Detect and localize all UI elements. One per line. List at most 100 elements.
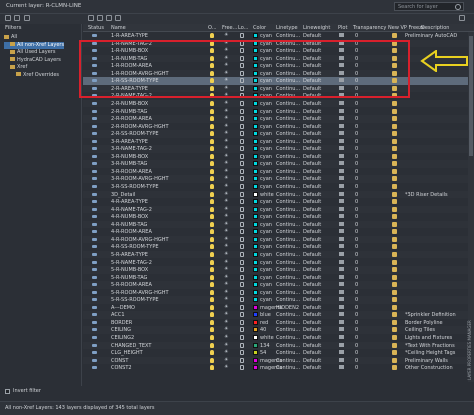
color-name[interactable]: cyan — [260, 161, 272, 167]
vp-freeze-icon[interactable] — [392, 184, 397, 189]
layer-row[interactable]: CHANGED_TEXT ☀ 134 Continu... Default 0 *Text … — [83, 341, 474, 350]
lock-icon[interactable] — [240, 319, 244, 325]
linetype[interactable]: Continu... — [276, 146, 300, 152]
layer-row[interactable]: 2-R-ROOM-AVRG-HGHT ☀ cyan Continu... Default… — [83, 123, 474, 131]
on-off-bulb-icon[interactable] — [210, 146, 214, 152]
lock-icon[interactable] — [240, 365, 244, 371]
color-name[interactable]: cyan — [260, 267, 272, 273]
freeze-sun-icon[interactable]: ☀ — [224, 229, 229, 234]
layer-name[interactable]: 5-R-SS-ROOM-TYPE — [111, 297, 159, 303]
vp-freeze-icon[interactable] — [392, 199, 397, 205]
on-off-bulb-icon[interactable] — [210, 214, 214, 220]
lineweight[interactable]: Default — [303, 365, 321, 371]
layer-row[interactable]: 2-R-NUMB-TAG ☀ cyan Continu... Default 0 — [83, 108, 474, 116]
on-off-bulb-icon[interactable] — [210, 153, 214, 159]
plot-printer-icon[interactable] — [339, 108, 344, 113]
column-header[interactable]: New VP Freeze — [388, 25, 425, 31]
layer-row[interactable]: 4-R-NUMB-TAG ☀ cyan Continu... Default 0 — [83, 220, 474, 229]
layer-row[interactable]: 3-R-NUMB-TAG ☀ cyan Continu... Default 0 — [83, 160, 474, 168]
lock-icon[interactable] — [240, 335, 244, 340]
color-swatch[interactable] — [253, 335, 258, 340]
on-off-bulb-icon[interactable] — [210, 267, 214, 273]
color-swatch[interactable] — [253, 327, 258, 333]
lineweight[interactable]: Default — [303, 335, 321, 341]
linetype[interactable]: Continu... — [276, 244, 300, 250]
linetype[interactable]: Continu... — [276, 176, 300, 182]
color-name[interactable]: cyan — [260, 184, 272, 190]
plot-printer-icon[interactable] — [339, 33, 344, 37]
linetype[interactable]: Continu... — [276, 116, 300, 122]
layer-description[interactable]: Preliminary AutoCAD — [405, 33, 457, 39]
new-filter-icon[interactable] — [5, 15, 11, 21]
plot-printer-icon[interactable] — [339, 289, 344, 294]
layer-name[interactable]: 5-R-ROOM-AREA — [111, 282, 152, 288]
color-swatch[interactable] — [253, 153, 258, 159]
linetype[interactable]: Continu... — [276, 335, 300, 341]
on-off-bulb-icon[interactable] — [210, 33, 214, 38]
lineweight[interactable]: Default — [303, 327, 321, 333]
on-off-bulb-icon[interactable] — [210, 199, 214, 205]
layer-row[interactable]: A---DEMO ☀ magenta HIDDEN2 Default 0 — [83, 304, 474, 312]
layer-row[interactable]: 2-R-ROOM-AREA ☀ cyan Continu... Default 0 — [83, 115, 474, 123]
color-swatch[interactable] — [253, 214, 258, 220]
linetype[interactable]: Continu... — [276, 320, 300, 326]
layer-description[interactable]: Ceiling Tiles — [405, 327, 435, 333]
lineweight[interactable]: Default — [303, 260, 321, 266]
linetype[interactable]: Continu... — [276, 290, 300, 296]
layer-row[interactable]: 3-R-ROOM-AREA ☀ cyan Continu... Default 0 — [83, 168, 474, 176]
plot-printer-icon[interactable] — [339, 342, 344, 347]
plot-printer-icon[interactable] — [339, 221, 344, 226]
color-swatch[interactable] — [253, 184, 258, 189]
transparency[interactable]: 0 — [355, 282, 358, 288]
color-swatch[interactable] — [253, 108, 258, 114]
lineweight[interactable]: Default — [303, 214, 321, 220]
layer-name[interactable]: 2-R-NUMB-BOX — [111, 101, 148, 107]
color-swatch[interactable] — [253, 312, 258, 318]
plot-printer-icon[interactable] — [339, 304, 344, 309]
color-name[interactable]: cyan — [260, 146, 272, 152]
layer-row[interactable]: CONST2 ☀ magenta Continu... Default 0 Other Co… — [83, 364, 474, 372]
plot-printer-icon[interactable] — [339, 282, 344, 287]
color-swatch[interactable] — [253, 123, 258, 129]
plot-printer-icon[interactable] — [339, 206, 344, 211]
transparency[interactable]: 0 — [355, 327, 358, 333]
transparency[interactable]: 0 — [355, 124, 358, 130]
lock-icon[interactable] — [240, 244, 244, 250]
layer-name[interactable]: 4-R-AREA-TYPE — [111, 199, 148, 205]
color-name[interactable]: cyan — [260, 169, 272, 175]
lock-icon[interactable] — [240, 108, 244, 114]
on-off-bulb-icon[interactable] — [210, 312, 214, 318]
lock-icon[interactable] — [240, 168, 244, 174]
color-name[interactable]: cyan — [260, 101, 272, 107]
on-off-bulb-icon[interactable] — [210, 138, 214, 144]
vp-freeze-icon[interactable] — [392, 108, 397, 114]
filter-node[interactable]: All — [4, 34, 64, 42]
on-off-bulb-icon[interactable] — [210, 297, 214, 303]
lock-icon[interactable] — [240, 131, 244, 137]
lineweight[interactable]: Default — [303, 229, 321, 235]
color-name[interactable]: cyan — [260, 260, 272, 266]
set-current-icon[interactable] — [115, 15, 121, 21]
on-off-bulb-icon[interactable] — [210, 244, 214, 250]
lock-icon[interactable] — [240, 274, 244, 280]
lineweight[interactable]: Default — [303, 176, 321, 182]
plot-printer-icon[interactable] — [339, 259, 344, 264]
freeze-sun-icon[interactable]: ☀ — [224, 221, 229, 227]
invert-filter-checkbox[interactable] — [5, 389, 10, 394]
layer-row[interactable]: 4-R-NUMB-BOX ☀ cyan Continu... Default 0 — [83, 213, 474, 221]
vp-freeze-icon[interactable] — [392, 259, 397, 265]
vp-freeze-icon[interactable] — [392, 327, 397, 333]
on-off-bulb-icon[interactable] — [210, 289, 214, 295]
lock-icon[interactable] — [240, 236, 244, 242]
vp-freeze-icon[interactable] — [392, 319, 397, 325]
lineweight[interactable]: Default — [303, 297, 321, 303]
color-swatch[interactable] — [253, 297, 258, 303]
vp-freeze-icon[interactable] — [392, 267, 397, 273]
plot-printer-icon[interactable] — [339, 350, 344, 355]
layer-row[interactable]: 2-R-NUMB-BOX ☀ cyan Continu... Default 0 — [83, 99, 474, 108]
lock-icon[interactable] — [240, 251, 244, 257]
freeze-sun-icon[interactable]: ☀ — [224, 116, 229, 121]
lineweight[interactable]: Default — [303, 290, 321, 296]
lock-icon[interactable] — [240, 116, 244, 122]
layer-name[interactable]: 2-R-SS-ROOM-TYPE — [111, 131, 159, 137]
